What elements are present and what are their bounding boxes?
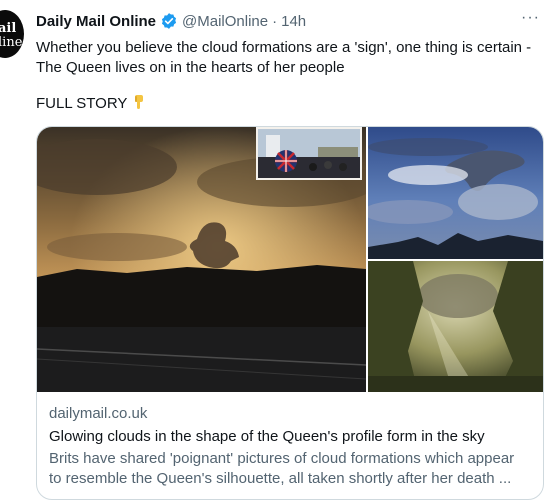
display-name[interactable]: Daily Mail Online: [36, 13, 156, 30]
tweet-header: Daily Mail Online @MailOnline · 14h: [36, 11, 538, 31]
link-card[interactable]: dailymail.co.uk Glowing clouds in the sh…: [36, 126, 544, 500]
more-options-icon[interactable]: ···: [521, 9, 540, 27]
card-title: Glowing clouds in the shape of the Queen…: [49, 428, 485, 445]
forest-light-cloud-photo[interactable]: [368, 261, 543, 392]
card-domain: dailymail.co.uk: [49, 405, 148, 422]
card-description-line2: to resemble the Queen's silhouette, all …: [49, 470, 512, 487]
separator-dot: ·: [272, 12, 278, 30]
avatar-text-line1: ail: [0, 21, 17, 36]
tweet-text-line1: Whether you believe the cloud formations…: [36, 39, 532, 56]
card-description: Brits have shared 'poignant' pictures of…: [49, 449, 531, 489]
blue-sky-cloud-photo[interactable]: [368, 127, 543, 259]
card-meta[interactable]: dailymail.co.uk Glowing clouds in the sh…: [49, 404, 531, 489]
crowd-inset-photo: [256, 127, 362, 180]
tweet-text-line2: The Queen lives on in the hearts of her …: [36, 59, 345, 76]
backhand-index-pointing-down-icon: [130, 94, 146, 110]
verified-badge-icon: [160, 12, 178, 30]
full-story-label: FULL STORY: [36, 95, 128, 112]
handle[interactable]: @MailOnline: [182, 13, 268, 30]
tweet-text: Whether you believe the cloud formations…: [36, 38, 544, 78]
card-media[interactable]: [37, 127, 543, 392]
avatar[interactable]: ail line: [0, 10, 24, 58]
sunset-cloud-photo[interactable]: [37, 127, 366, 392]
full-story-text: FULL STORY: [36, 94, 146, 114]
timestamp[interactable]: 14h: [281, 13, 306, 30]
card-description-line1: Brits have shared 'poignant' pictures of…: [49, 450, 515, 467]
avatar-text-line2: line: [0, 35, 23, 50]
